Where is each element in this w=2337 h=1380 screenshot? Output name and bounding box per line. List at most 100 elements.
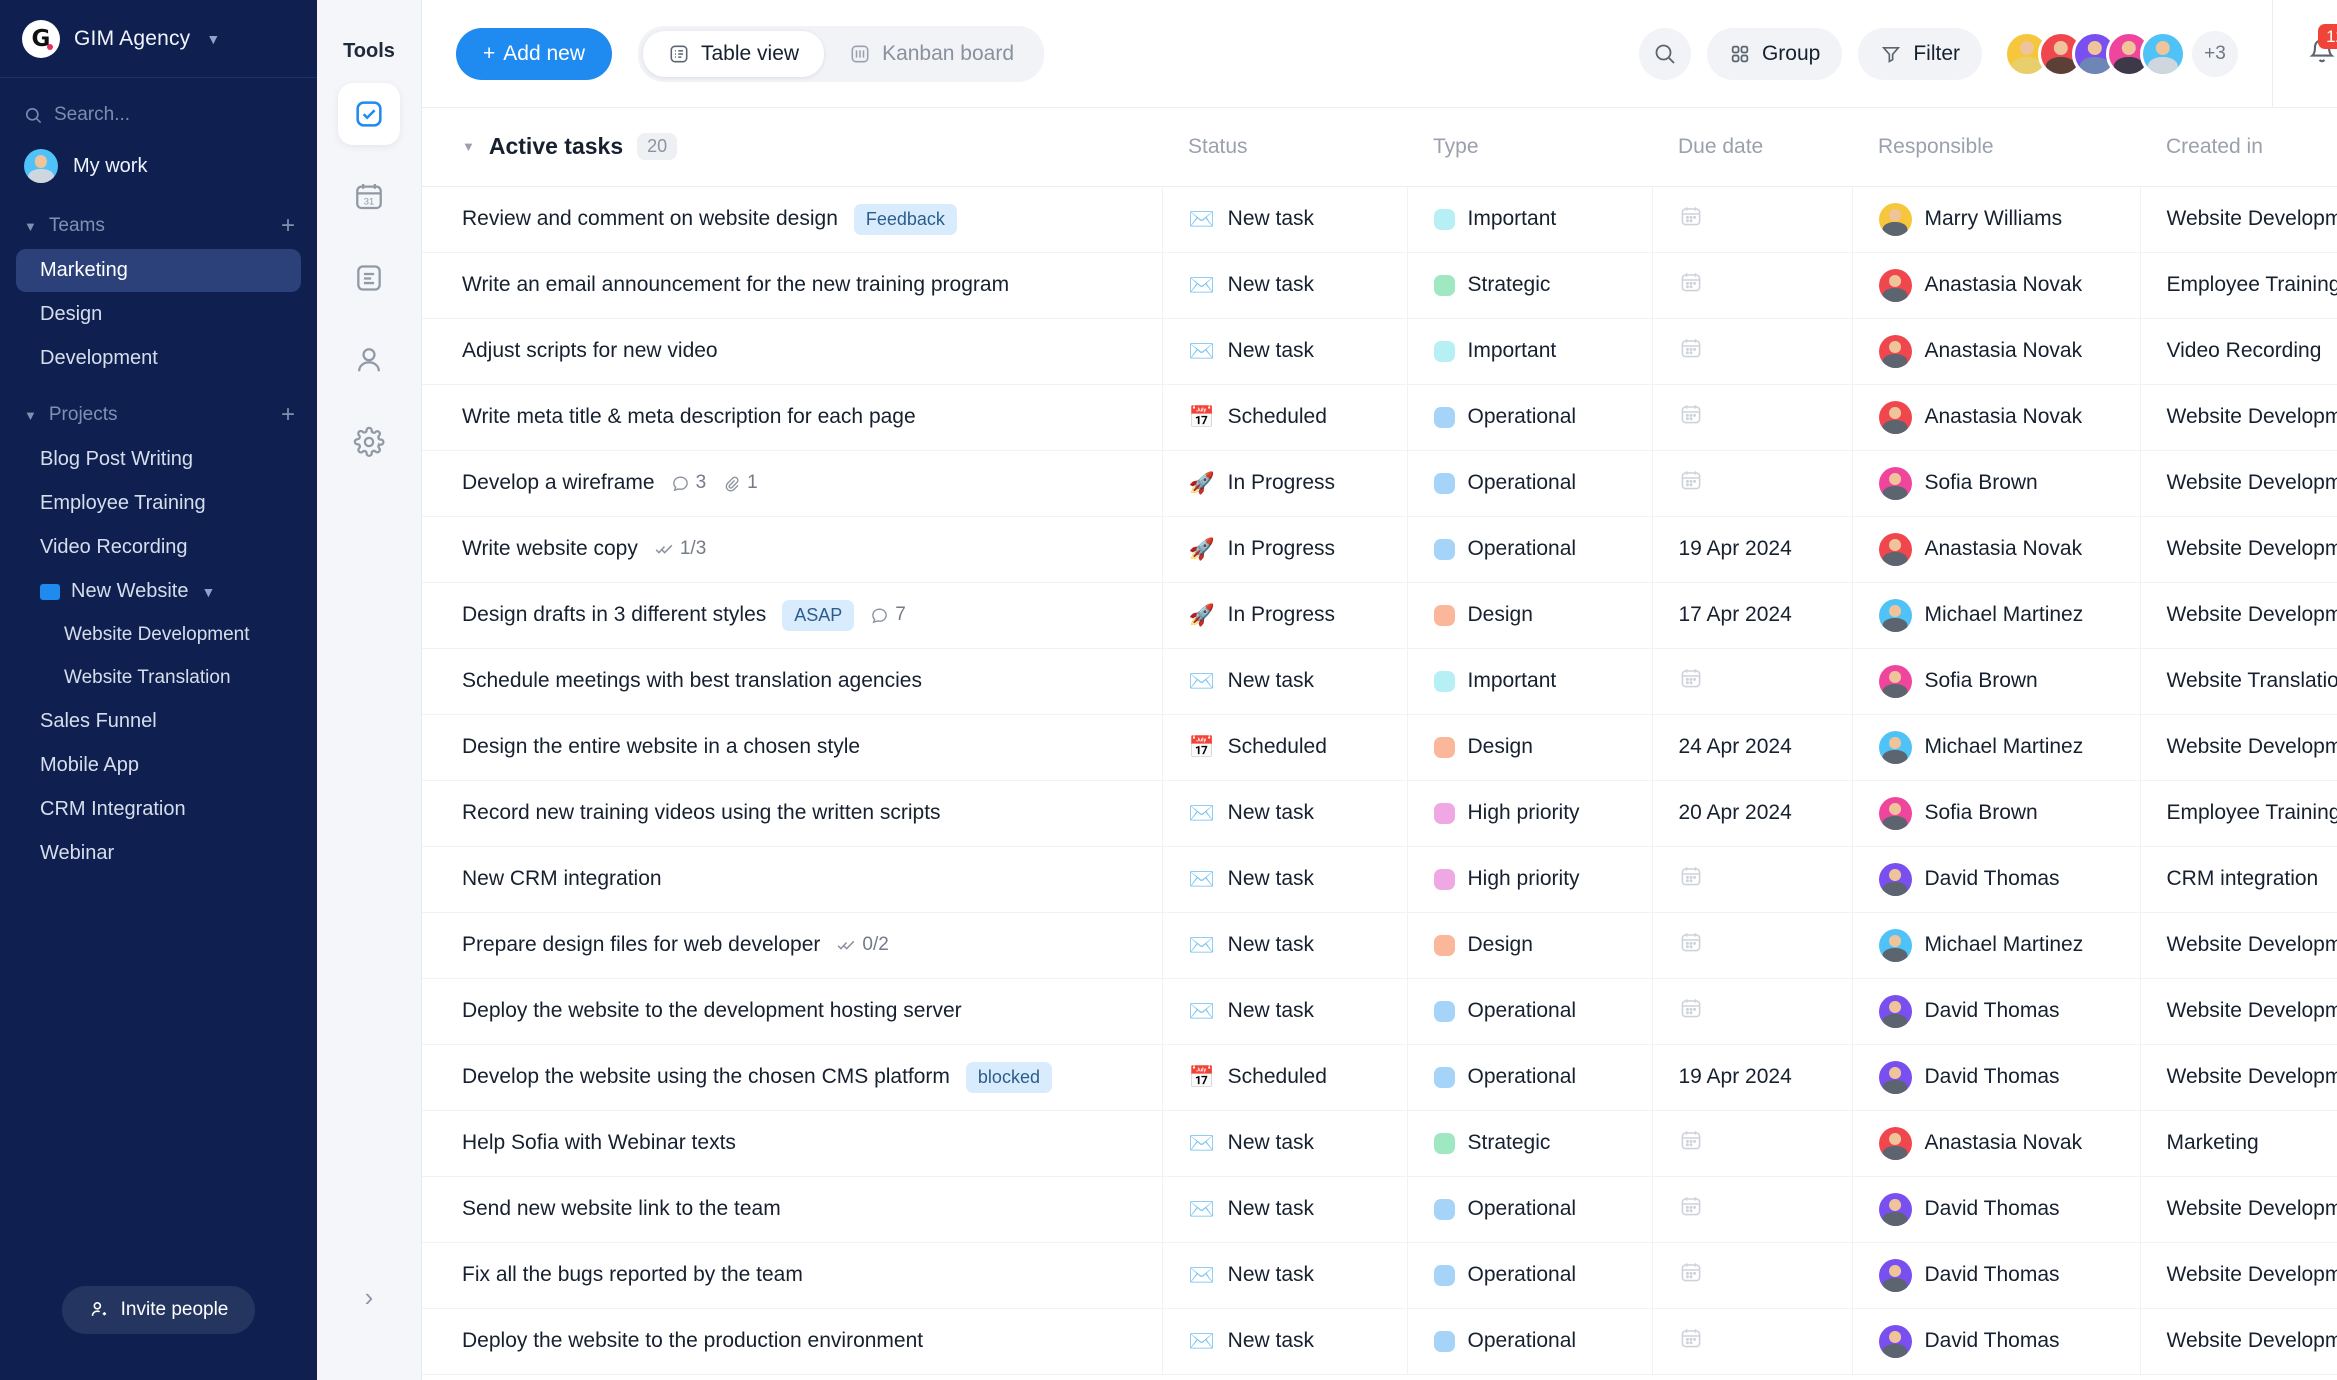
- cell-task[interactable]: Design drafts in 3 different styles ASAP 7: [422, 582, 1163, 649]
- cell-due-date[interactable]: [1652, 1308, 1853, 1375]
- due-date-empty[interactable]: [1679, 1329, 1703, 1355]
- cell-task[interactable]: Send new website link to the team: [422, 1176, 1163, 1243]
- table-row[interactable]: Schedule meetings with best translation …: [422, 648, 2337, 715]
- task-tag[interactable]: ASAP: [782, 599, 855, 631]
- cell-task[interactable]: New CRM integration: [422, 846, 1163, 913]
- cell-created-in[interactable]: Website Development: [2140, 582, 2337, 649]
- tab-table-view[interactable]: Table view: [643, 30, 825, 77]
- cell-status[interactable]: 🚀 In Progress: [1162, 582, 1408, 649]
- teams-section-header[interactable]: ▼ Teams +: [0, 192, 317, 248]
- table-row[interactable]: Fix all the bugs reported by the team ✉️ N…: [422, 1242, 2337, 1309]
- cell-responsible[interactable]: Sofia Brown: [1852, 648, 2141, 715]
- table-row[interactable]: Adjust scripts for new video ✉️ New task Im…: [422, 318, 2337, 385]
- table-row[interactable]: Deploy the website to the production env…: [422, 1308, 2337, 1375]
- cell-created-in[interactable]: Employee Training: [2140, 252, 2337, 319]
- sidebar-item-website-translation[interactable]: Website Translation: [16, 657, 301, 699]
- cell-created-in[interactable]: Employee Training: [2140, 780, 2337, 847]
- cell-responsible[interactable]: Marry Williams: [1852, 186, 2141, 253]
- cell-type[interactable]: Strategic: [1407, 1110, 1653, 1177]
- notifications-button[interactable]: 12: [2303, 24, 2337, 75]
- sidebar-item-video-recording[interactable]: Video Recording: [16, 526, 301, 569]
- column-header-type[interactable]: Type: [1407, 108, 1652, 187]
- cell-responsible[interactable]: David Thomas: [1852, 1308, 2141, 1375]
- cell-due-date[interactable]: 17 Apr 2024: [1652, 582, 1853, 649]
- rail-item-settings[interactable]: [338, 411, 400, 473]
- cell-status[interactable]: ✉️ New task: [1162, 648, 1408, 715]
- rail-item-calendar[interactable]: 31: [338, 165, 400, 227]
- due-date-empty[interactable]: [1679, 1197, 1703, 1223]
- cell-due-date[interactable]: [1652, 186, 1853, 253]
- cell-status[interactable]: ✉️ New task: [1162, 1176, 1408, 1243]
- cell-created-in[interactable]: Website Development: [2140, 978, 2337, 1045]
- cell-created-in[interactable]: Website Development: [2140, 516, 2337, 583]
- add-project-button[interactable]: +: [281, 403, 295, 427]
- cell-responsible[interactable]: Anastasia Novak: [1852, 252, 2141, 319]
- sidebar-item-employee-training[interactable]: Employee Training: [16, 482, 301, 525]
- cell-status[interactable]: ✉️ New task: [1162, 1110, 1408, 1177]
- column-header-status[interactable]: Status: [1162, 108, 1407, 187]
- due-date-empty[interactable]: [1679, 207, 1703, 233]
- sidebar-item-marketing[interactable]: Marketing: [16, 249, 301, 292]
- sidebar-item-crm-integration[interactable]: CRM Integration: [16, 788, 301, 831]
- cell-task[interactable]: Record new training videos using the wri…: [422, 780, 1163, 847]
- cell-type[interactable]: Operational: [1407, 1044, 1653, 1111]
- cell-type[interactable]: Operational: [1407, 1308, 1653, 1375]
- table-row[interactable]: Develop the website using the chosen CMS…: [422, 1044, 2337, 1111]
- due-date-empty[interactable]: [1679, 933, 1703, 959]
- cell-due-date[interactable]: [1652, 912, 1853, 979]
- cell-responsible[interactable]: Michael Martinez: [1852, 582, 2141, 649]
- cell-type[interactable]: Design: [1407, 582, 1653, 649]
- cell-task[interactable]: Write an email announcement for the new …: [422, 252, 1163, 319]
- rail-item-tasks[interactable]: [338, 83, 400, 145]
- table-row[interactable]: Write meta title & meta description for …: [422, 384, 2337, 451]
- sidebar-item-design[interactable]: Design: [16, 293, 301, 336]
- cell-created-in[interactable]: Website Development: [2140, 186, 2337, 253]
- cell-created-in[interactable]: Website Development: [2140, 1044, 2337, 1111]
- cell-type[interactable]: Operational: [1407, 1242, 1653, 1309]
- cell-created-in[interactable]: Website Development: [2140, 714, 2337, 781]
- cell-created-in[interactable]: Website Translation: [2140, 648, 2337, 715]
- chevron-down-icon[interactable]: ▼: [24, 219, 37, 234]
- cell-due-date[interactable]: 24 Apr 2024: [1652, 714, 1853, 781]
- table-row[interactable]: Help Sofia with Webinar texts ✉️ New task S…: [422, 1110, 2337, 1177]
- column-header-responsible[interactable]: Responsible: [1852, 108, 2140, 187]
- due-date-empty[interactable]: [1679, 867, 1703, 893]
- cell-due-date[interactable]: [1652, 1176, 1853, 1243]
- filter-button[interactable]: Filter: [1858, 27, 1982, 80]
- due-date-empty[interactable]: [1679, 999, 1703, 1025]
- add-team-button[interactable]: +: [281, 214, 295, 238]
- cell-task[interactable]: Adjust scripts for new video: [422, 318, 1163, 385]
- cell-task[interactable]: Prepare design files for web developer 0/…: [422, 912, 1163, 979]
- cell-created-in[interactable]: Website Development: [2140, 1176, 2337, 1243]
- cell-task[interactable]: Review and comment on website design Feed…: [422, 186, 1163, 253]
- sidebar-item-website-development[interactable]: Website Development: [16, 614, 301, 656]
- cell-due-date[interactable]: [1652, 318, 1853, 385]
- cell-created-in[interactable]: Website Development: [2140, 1308, 2337, 1375]
- cell-responsible[interactable]: David Thomas: [1852, 846, 2141, 913]
- cell-task[interactable]: Help Sofia with Webinar texts: [422, 1110, 1163, 1177]
- table-row[interactable]: Write website copy 1/3 🚀 In Progress Operati…: [422, 516, 2337, 583]
- table-row[interactable]: New CRM integration ✉️ New task High priori…: [422, 846, 2337, 913]
- cell-due-date[interactable]: [1652, 252, 1853, 319]
- column-header-due-date[interactable]: Due date: [1652, 108, 1852, 187]
- chevron-down-icon[interactable]: ▼: [462, 139, 475, 154]
- cell-type[interactable]: Design: [1407, 912, 1653, 979]
- cell-task[interactable]: Develop a wireframe 3 1: [422, 450, 1163, 517]
- cell-task[interactable]: Write website copy 1/3: [422, 516, 1163, 583]
- cell-due-date[interactable]: 19 Apr 2024: [1652, 516, 1853, 583]
- cell-responsible[interactable]: Anastasia Novak: [1852, 384, 2141, 451]
- due-date-empty[interactable]: [1679, 405, 1703, 431]
- cell-due-date[interactable]: 20 Apr 2024: [1652, 780, 1853, 847]
- team-avatar-stack[interactable]: +3: [2004, 30, 2238, 77]
- group-button[interactable]: Group: [1706, 27, 1843, 80]
- search-button[interactable]: [1638, 27, 1691, 80]
- cell-status[interactable]: ✉️ New task: [1162, 780, 1408, 847]
- chevron-down-icon[interactable]: ▼: [201, 584, 215, 600]
- cell-type[interactable]: Important: [1407, 186, 1653, 253]
- sidebar-item-development[interactable]: Development: [16, 337, 301, 380]
- cell-created-in[interactable]: Website Development: [2140, 912, 2337, 979]
- cell-due-date[interactable]: [1652, 1110, 1853, 1177]
- cell-responsible[interactable]: Michael Martinez: [1852, 714, 2141, 781]
- cell-responsible[interactable]: Sofia Brown: [1852, 450, 2141, 517]
- cell-task[interactable]: Develop the website using the chosen CMS…: [422, 1044, 1163, 1111]
